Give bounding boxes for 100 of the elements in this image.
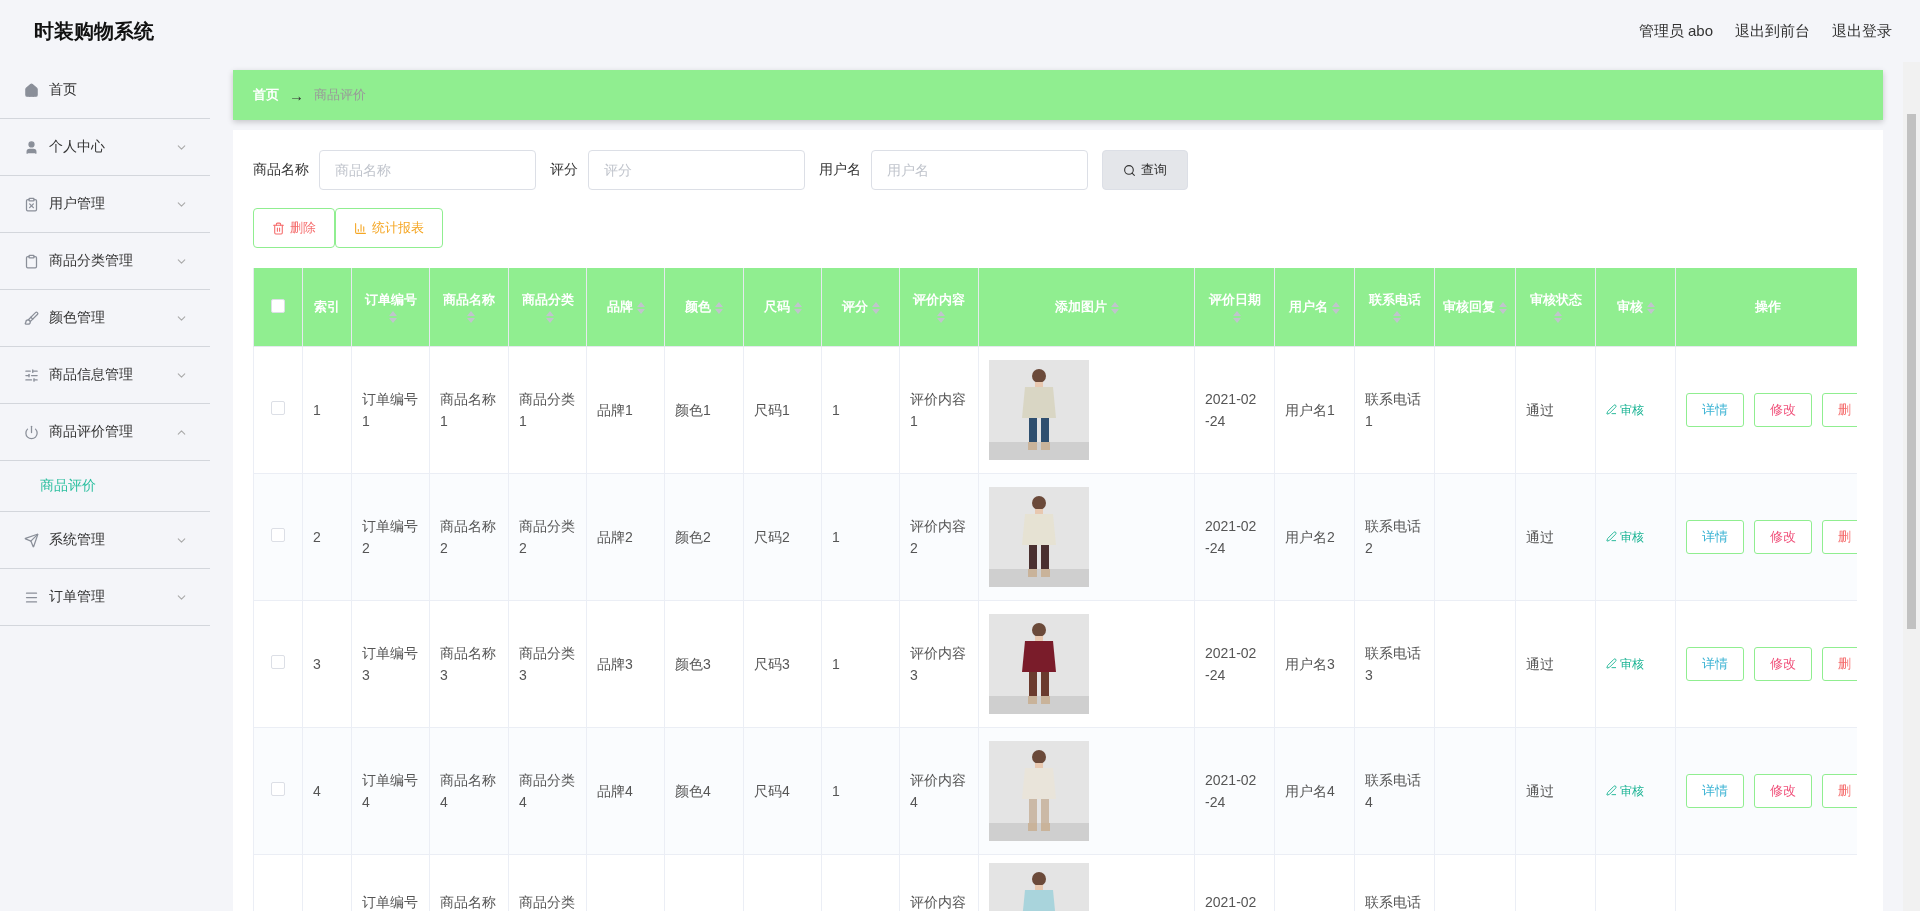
audit-link[interactable]: 审核	[1606, 398, 1644, 421]
sliders-icon	[24, 367, 39, 383]
details-button[interactable]: 详情	[1686, 393, 1744, 427]
column-header[interactable]: 联系电话	[1354, 268, 1435, 347]
audit-link[interactable]: 审核	[1606, 525, 1644, 548]
column-header[interactable]: 审核回复	[1434, 268, 1516, 347]
row-checkbox[interactable]	[271, 401, 285, 415]
details-button[interactable]: 详情	[1686, 647, 1744, 681]
column-header[interactable]: 商品名称	[429, 268, 509, 347]
sidebar-item[interactable]: 系统管理	[0, 512, 210, 569]
header-link[interactable]: 管理员 abo	[1638, 21, 1713, 41]
row-checkbox[interactable]	[271, 528, 285, 542]
brush-icon	[24, 310, 39, 326]
pen-icon	[1606, 785, 1617, 797]
select-all-checkbox[interactable]	[271, 298, 285, 313]
report-button[interactable]: 统计报表	[335, 208, 443, 248]
table-cell: 商品名称1	[440, 391, 496, 429]
table-cell: 商品名称3	[440, 645, 496, 683]
sidebar-subitem[interactable]: 商品评价	[0, 461, 210, 512]
sidebar-item[interactable]: 用户管理	[0, 176, 210, 233]
table-cell: 2021-02-24	[1205, 645, 1257, 683]
column-header[interactable]: 品牌	[586, 268, 665, 347]
column-header[interactable]: 颜色	[664, 268, 744, 347]
row-checkbox[interactable]	[271, 655, 285, 669]
sidebar-item[interactable]: 颜色管理	[0, 290, 210, 347]
table-cell: 颜色1	[675, 402, 711, 418]
breadcrumb-link[interactable]: 首页	[253, 86, 279, 104]
column-header[interactable]: 评价日期	[1194, 268, 1275, 347]
edit-button[interactable]: 修改	[1754, 647, 1812, 681]
column-header[interactable]: 审核状态	[1515, 268, 1596, 347]
sort-icon[interactable]	[1499, 301, 1507, 314]
audit-link[interactable]: 审核	[1606, 652, 1644, 675]
row-checkbox[interactable]	[271, 782, 285, 796]
sidebar-item[interactable]: 个人中心	[0, 119, 210, 176]
sort-icon[interactable]	[1232, 311, 1241, 324]
sort-icon[interactable]	[1646, 301, 1655, 314]
sort-icon[interactable]	[1110, 301, 1119, 314]
table-cell: 订单编号1	[362, 391, 418, 429]
column-header[interactable]: 添加图片	[978, 268, 1195, 347]
column-header[interactable]: 评价内容	[899, 268, 979, 347]
delete-button[interactable]: 删	[1822, 520, 1857, 554]
table-cell: 颜色3	[675, 656, 711, 672]
sidebar-item[interactable]: 商品评价管理	[0, 404, 210, 461]
edit-button[interactable]: 修改	[1754, 774, 1812, 808]
delete-button[interactable]: 删	[1822, 393, 1857, 427]
column-header[interactable]: 审核	[1595, 268, 1676, 347]
query-button[interactable]: 查询	[1102, 150, 1188, 190]
header-link[interactable]: 退出登录	[1832, 21, 1892, 41]
sort-icon[interactable]	[793, 301, 802, 314]
delete-button[interactable]: 删	[1822, 647, 1857, 681]
table-cell: 商品名称4	[440, 772, 496, 810]
sort-icon[interactable]	[1332, 301, 1340, 314]
menu-icon	[24, 589, 39, 605]
header-link[interactable]: 退出到前台	[1735, 21, 1810, 41]
sidebar-item[interactable]: 首页	[0, 62, 210, 119]
sort-icon[interactable]	[636, 301, 645, 314]
audit-link[interactable]: 审核	[1606, 779, 1644, 802]
table-cell: 评价内容3	[910, 645, 966, 683]
sort-icon[interactable]	[715, 301, 723, 314]
column-header[interactable]: 订单编号	[351, 268, 430, 347]
breadcrumb-separator: →	[289, 86, 304, 104]
table-cell: 1	[832, 402, 840, 418]
sort-icon[interactable]	[1392, 311, 1401, 324]
column-header[interactable]: 评分	[821, 268, 900, 347]
search-field[interactable]: 评分	[588, 150, 805, 190]
column-header[interactable]: 操作	[1675, 268, 1857, 347]
table-cell: 尺码2	[754, 529, 790, 545]
search-field[interactable]: 用户名	[871, 150, 1088, 190]
column-header[interactable]: 索引	[302, 268, 352, 347]
column-header[interactable]: 尺码	[743, 268, 822, 347]
table-cell: 颜色4	[675, 783, 711, 799]
table-cell: 通过	[1526, 402, 1554, 418]
edit-button[interactable]: 修改	[1754, 520, 1812, 554]
sidebar-item[interactable]: 商品信息管理	[0, 347, 210, 404]
search-field[interactable]: 商品名称	[319, 150, 536, 190]
edit-button[interactable]: 修改	[1754, 393, 1812, 427]
scrollbar[interactable]	[1903, 62, 1920, 911]
pen-icon	[1606, 404, 1617, 416]
sort-icon[interactable]	[1553, 311, 1562, 324]
details-button[interactable]: 详情	[1686, 520, 1744, 554]
sort-icon[interactable]	[545, 311, 554, 324]
table-cell: 3	[313, 656, 321, 672]
table-cell: 尺码3	[754, 656, 790, 672]
column-header[interactable]: 用户名	[1274, 268, 1355, 347]
sidebar-item[interactable]: 商品分类管理	[0, 233, 210, 290]
delete-button[interactable]: 删	[1822, 774, 1857, 808]
column-header[interactable]: 商品分类	[508, 268, 587, 347]
sort-icon[interactable]	[388, 311, 397, 324]
clipboard-icon	[24, 253, 39, 269]
sidebar-item[interactable]: 订单管理	[0, 569, 210, 626]
table-cell: 联系电话4	[1365, 772, 1421, 810]
table-cell: 4	[313, 783, 321, 799]
details-button[interactable]: 详情	[1686, 774, 1744, 808]
sort-icon[interactable]	[937, 311, 945, 324]
sort-icon[interactable]	[871, 301, 880, 314]
table-cell: 品牌1	[597, 402, 633, 418]
sort-icon[interactable]	[467, 311, 475, 324]
home-icon	[24, 82, 39, 98]
delete-button[interactable]: 删除	[253, 208, 335, 248]
table-cell: 联系电话	[1365, 894, 1421, 910]
